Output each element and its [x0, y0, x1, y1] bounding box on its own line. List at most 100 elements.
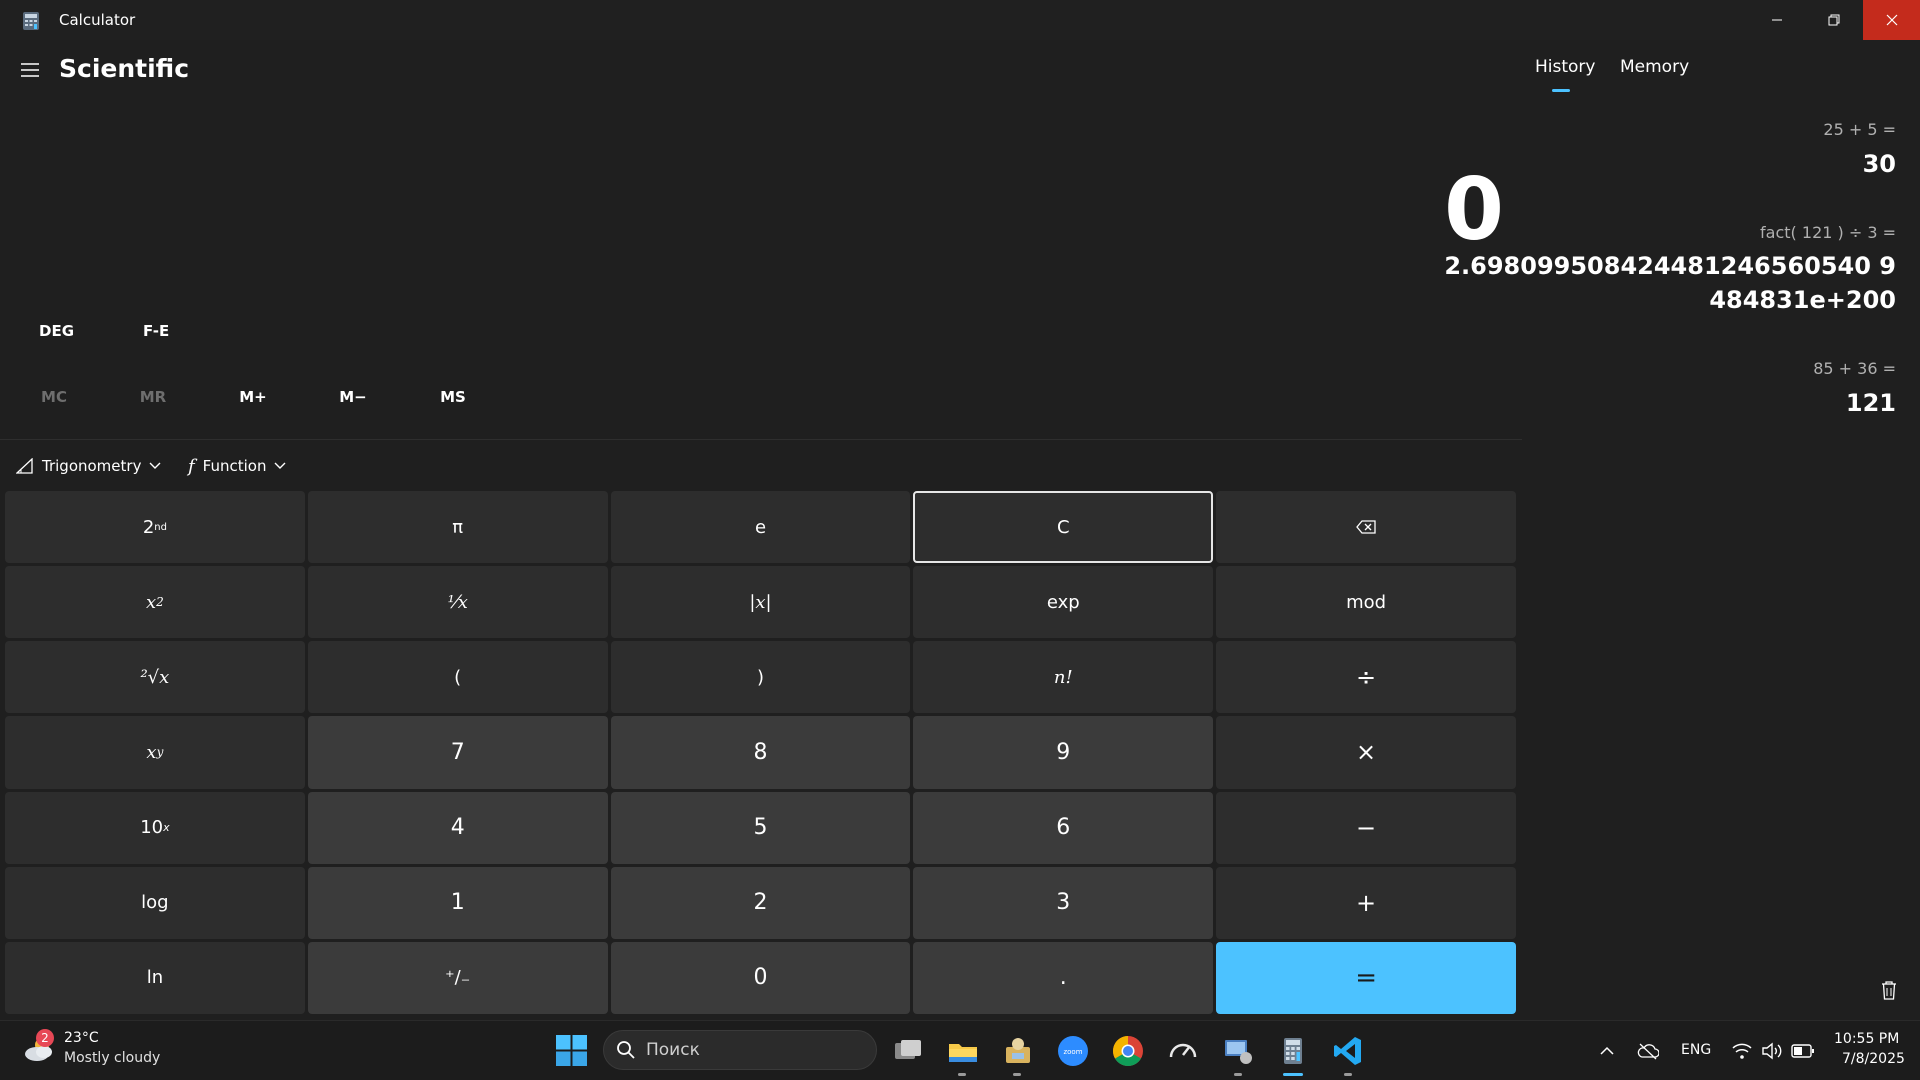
- minimize-button[interactable]: [1748, 0, 1805, 40]
- language-indicator[interactable]: ENG: [1681, 1042, 1711, 1058]
- calculator-taskbar-icon[interactable]: [1277, 1035, 1309, 1067]
- window-title: Calculator: [59, 11, 136, 29]
- file-explorer-running-indicator: [958, 1073, 966, 1076]
- onedrive-offline-icon[interactable]: [1637, 1041, 1659, 1061]
- file-explorer-icon[interactable]: [947, 1035, 979, 1067]
- chrome-icon[interactable]: [1112, 1035, 1144, 1067]
- trigonometry-dropdown[interactable]: Trigonometry: [16, 454, 161, 478]
- digit-5-button[interactable]: 5: [610, 791, 911, 864]
- digit-3-button[interactable]: 3: [913, 866, 1214, 939]
- close-icon: [1886, 14, 1897, 26]
- digit-9-button[interactable]: 9: [913, 716, 1214, 789]
- vscode-icon[interactable]: [1332, 1035, 1364, 1067]
- remote-desktop-running-indicator: [1234, 1073, 1242, 1076]
- right-paren-button[interactable]: ): [610, 641, 911, 714]
- angle-mode-button[interactable]: DEG: [39, 322, 74, 340]
- square-root-button[interactable]: ²√x: [5, 641, 305, 714]
- negate-button[interactable]: ⁺/₋: [307, 941, 608, 1014]
- volume-icon[interactable]: [1761, 1041, 1783, 1061]
- backspace-button[interactable]: [1216, 491, 1516, 564]
- multiply-button[interactable]: ×: [1216, 716, 1516, 789]
- taskbar: 2 23°C Mostly cloudy Поиск zoom ENG 10:5…: [0, 1020, 1920, 1080]
- plus-button[interactable]: +: [1216, 866, 1516, 939]
- function-f-icon: f: [188, 455, 195, 477]
- title-bar: Calculator: [0, 0, 1920, 40]
- memory-subtract-button[interactable]: M−: [318, 388, 388, 406]
- square-base: x: [146, 591, 157, 613]
- history-expression-2[interactable]: fact( 121 ) ÷ 3 =: [1760, 223, 1896, 242]
- absolute-value-button[interactable]: |x|: [610, 566, 911, 639]
- memory-clear-button[interactable]: MC: [19, 388, 89, 406]
- ln-button[interactable]: ln: [5, 941, 305, 1014]
- windows-start-icon[interactable]: [556, 1035, 587, 1066]
- history-result-1[interactable]: 30: [1863, 150, 1896, 178]
- speedometer-icon[interactable]: [1167, 1035, 1199, 1067]
- history-result-2-line2[interactable]: 484831e+200: [1709, 286, 1896, 314]
- memory-add-button[interactable]: M+: [218, 388, 288, 406]
- second-sup: nd: [154, 521, 167, 533]
- chevron-down-icon: [274, 462, 286, 469]
- clock-date[interactable]: 7/8/2025: [1842, 1051, 1905, 1067]
- mod-button[interactable]: mod: [1216, 566, 1516, 639]
- keypad: 2nd π e C x2 ⅟x |x| exp mod ²√x ( ) n! ÷…: [5, 491, 1516, 1014]
- left-paren-button[interactable]: (: [307, 641, 608, 714]
- history-expression-3[interactable]: 85 + 36 =: [1813, 359, 1896, 378]
- tab-history[interactable]: History: [1535, 57, 1595, 77]
- digit-4-button[interactable]: 4: [307, 791, 608, 864]
- equals-button[interactable]: =: [1216, 941, 1516, 1014]
- power-button[interactable]: xy: [5, 716, 305, 789]
- control-panel-running-indicator: [1013, 1073, 1021, 1076]
- log-button[interactable]: log: [5, 866, 305, 939]
- remote-desktop-icon[interactable]: [1222, 1035, 1254, 1067]
- trash-icon[interactable]: [1880, 980, 1898, 1000]
- ten-sup: x: [163, 821, 170, 835]
- zoom-icon[interactable]: zoom: [1057, 1035, 1089, 1067]
- mode-title: Scientific: [59, 54, 190, 83]
- factorial-button[interactable]: n!: [913, 641, 1214, 714]
- digit-7-button[interactable]: 7: [307, 716, 608, 789]
- reciprocal-button[interactable]: ⅟x: [307, 566, 608, 639]
- second-function-button[interactable]: 2nd: [5, 491, 305, 564]
- digit-8-button[interactable]: 8: [610, 716, 911, 789]
- divider: [0, 439, 1522, 440]
- calculator-active-indicator: [1283, 1073, 1303, 1076]
- wifi-icon[interactable]: [1731, 1041, 1753, 1061]
- divide-button[interactable]: ÷: [1216, 641, 1516, 714]
- digit-0-button[interactable]: 0: [610, 941, 911, 1014]
- ten-power-button[interactable]: 10 x: [5, 791, 305, 864]
- hamburger-menu-icon[interactable]: [20, 62, 40, 78]
- history-result-3[interactable]: 121: [1846, 389, 1896, 417]
- memory-recall-button[interactable]: MR: [118, 388, 188, 406]
- weather-description[interactable]: Mostly cloudy: [64, 1050, 160, 1066]
- exp-button[interactable]: exp: [913, 566, 1214, 639]
- digit-2-button[interactable]: 2: [610, 866, 911, 939]
- triangle-ruler-icon: [16, 458, 33, 474]
- pi-button[interactable]: π: [307, 491, 608, 564]
- history-expression-1[interactable]: 25 + 5 =: [1823, 120, 1896, 139]
- clock-time[interactable]: 10:55 PM: [1834, 1031, 1899, 1047]
- control-panel-icon[interactable]: [1002, 1035, 1034, 1067]
- taskbar-search-input[interactable]: Поиск: [603, 1030, 877, 1070]
- second-label: 2: [142, 516, 155, 538]
- digit-6-button[interactable]: 6: [913, 791, 1214, 864]
- close-button[interactable]: [1863, 0, 1920, 40]
- history-result-2-line1[interactable]: 2.698099508424481246560540 9: [1444, 252, 1896, 280]
- restore-button[interactable]: [1805, 0, 1862, 40]
- square-button[interactable]: x2: [5, 566, 305, 639]
- fe-button[interactable]: F-E: [143, 322, 169, 340]
- function-dropdown[interactable]: f Function: [188, 454, 286, 478]
- tab-memory[interactable]: Memory: [1620, 57, 1689, 77]
- function-label: Function: [202, 457, 267, 475]
- search-icon: [617, 1041, 635, 1059]
- task-view-icon[interactable]: [892, 1035, 924, 1067]
- euler-button[interactable]: e: [610, 491, 911, 564]
- chevron-up-icon[interactable]: [1599, 1043, 1615, 1059]
- decimal-button[interactable]: .: [913, 941, 1214, 1014]
- minus-button[interactable]: −: [1216, 791, 1516, 864]
- clear-button[interactable]: C: [913, 491, 1214, 564]
- weather-temperature[interactable]: 23°C: [64, 1030, 99, 1046]
- calculator-app-icon: [23, 12, 39, 30]
- battery-icon[interactable]: [1791, 1042, 1815, 1060]
- digit-1-button[interactable]: 1: [307, 866, 608, 939]
- memory-store-button[interactable]: MS: [418, 388, 488, 406]
